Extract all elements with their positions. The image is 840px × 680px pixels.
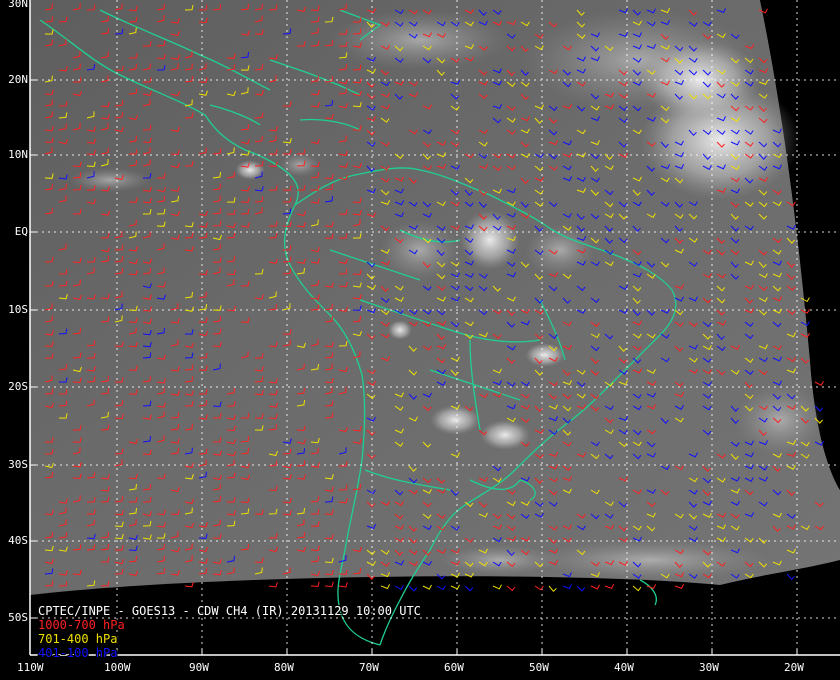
left-margin xyxy=(0,0,30,680)
satellite-image xyxy=(0,0,840,680)
lon-label-30w: 30W xyxy=(699,661,719,674)
lat-label-50s: 50S xyxy=(8,611,28,624)
lat-label-40s: 40S xyxy=(8,534,28,547)
lat-label-30s: 30S xyxy=(8,458,28,471)
lon-label-50w: 50W xyxy=(529,661,549,674)
lon-label-60w: 60W xyxy=(444,661,464,674)
map-caption: CPTEC/INPE - GOES13 - CDW CH4 (IR) 20131… xyxy=(38,604,421,660)
lat-label-30n: 30N xyxy=(8,0,28,10)
lon-label-100w: 100W xyxy=(104,661,131,674)
legend-high-level: 401-100 hPa xyxy=(38,646,118,660)
lon-label-40w: 40W xyxy=(614,661,634,674)
lon-label-80w: 80W xyxy=(274,661,294,674)
lon-label-110w: 110W xyxy=(17,661,44,674)
lat-label-eq: EQ xyxy=(14,225,28,238)
caption-title: CPTEC/INPE - GOES13 - CDW CH4 (IR) 20131… xyxy=(38,604,421,618)
lon-label-90w: 90W xyxy=(189,661,209,674)
lat-label-20s: 20S xyxy=(8,380,28,393)
lat-label-20n: 20N xyxy=(8,73,28,86)
lon-label-20w: 20W xyxy=(784,661,804,674)
wind-barb xyxy=(786,573,795,581)
satellite-map: 30N 20N 10N EQ 10S 20S 30S 40S 50S 110W … xyxy=(0,0,840,680)
lon-label-70w: 70W xyxy=(359,661,379,674)
lat-label-10n: 10N xyxy=(8,148,28,161)
legend-mid-level: 701-400 hPa xyxy=(38,632,118,646)
legend-low-level: 1000-700 hPa xyxy=(38,618,125,632)
lat-label-10s: 10S xyxy=(8,303,28,316)
